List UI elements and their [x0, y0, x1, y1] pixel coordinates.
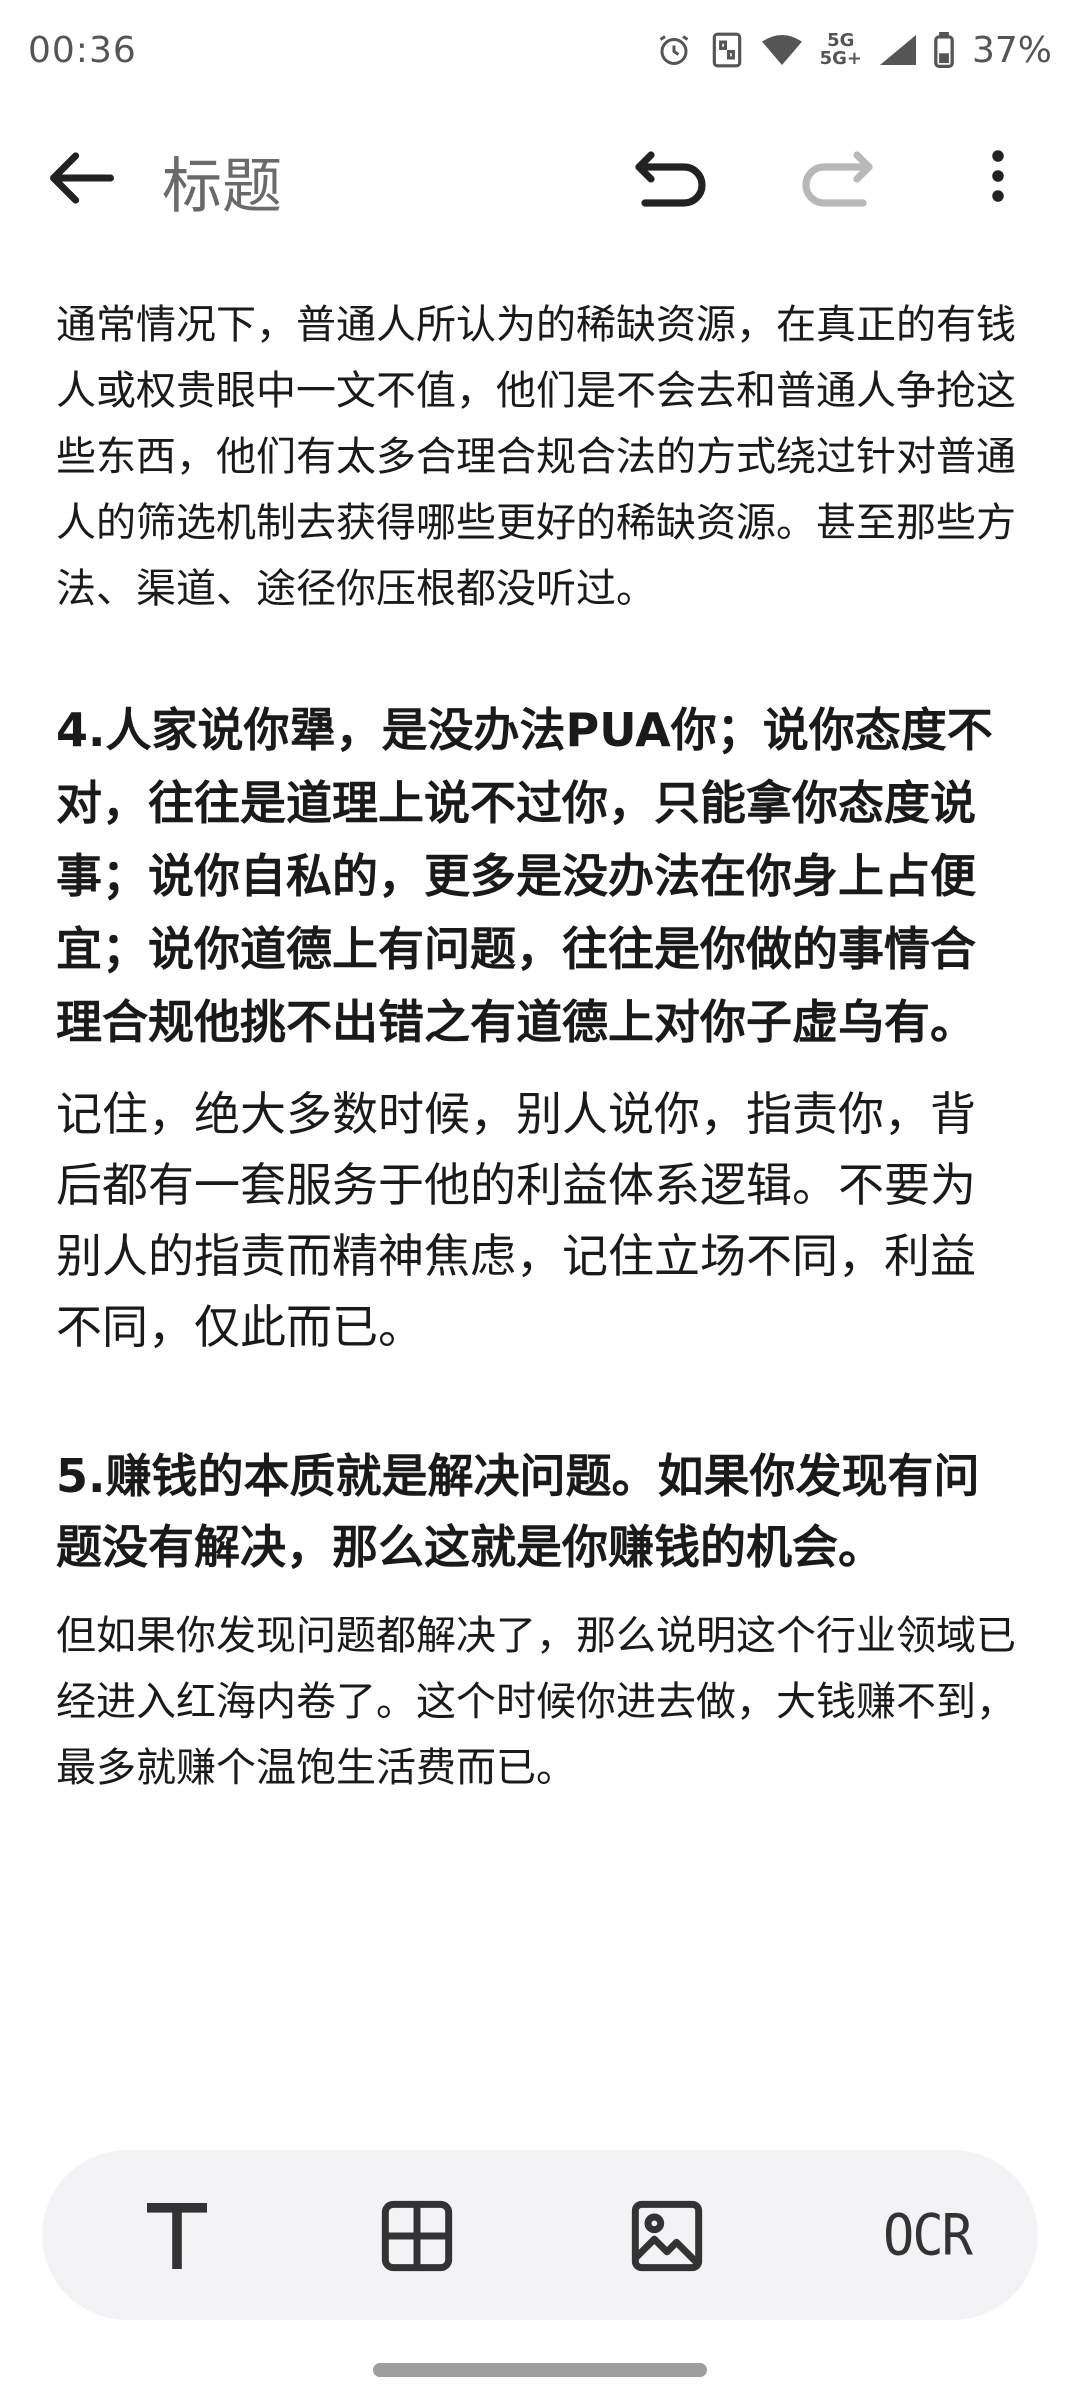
image-icon [631, 2200, 703, 2272]
table-icon [381, 2200, 453, 2272]
back-button[interactable] [44, 140, 120, 216]
editor-toolbar: OCR [42, 2150, 1038, 2320]
text-format-icon [147, 2203, 207, 2269]
more-options-button[interactable] [968, 138, 1028, 214]
home-indicator[interactable] [373, 2363, 707, 2377]
image-button[interactable] [627, 2196, 707, 2276]
wifi-icon [761, 35, 802, 65]
note-body[interactable]: 通常情况下，普通人所认为的稀缺资源，在真正的有钱人或权贵眼中一文不值，他们是不会… [56, 292, 1016, 1801]
text-format-button[interactable] [137, 2196, 217, 2276]
nfc-icon [712, 32, 741, 68]
paragraph-2: 记住，绝大多数时候，别人说你，指责你，背后都有一套服务于他的利益体系逻辑。不要为… [56, 1087, 976, 1354]
paragraph-1: 通常情况下，普通人所认为的稀缺资源，在真正的有钱人或权贵眼中一文不值，他们是不会… [56, 302, 1016, 612]
heading-point-5: 5.赚钱的本质就是解决问题。如果你发现有问题没有解决，那么这就是你赚钱的机会。 [56, 1449, 980, 1574]
note-title[interactable]: 标题 [162, 138, 282, 225]
network-type: 5G 5G+ [820, 32, 862, 68]
network-bottom: 5G+ [819, 48, 862, 69]
table-button[interactable] [377, 2196, 457, 2276]
redo-button[interactable] [794, 138, 878, 214]
status-bar: 00:36 5G 5G+ 37% [0, 0, 1080, 100]
redo-icon [802, 151, 873, 207]
status-icons: 5G 5G+ 37% [656, 30, 1052, 71]
ocr-button[interactable]: OCR [867, 2192, 987, 2280]
heading-point-4: 4.人家说你犟，是没办法PUA你；说你态度不对，往往是道理上说不过你，只能拿你态… [56, 703, 993, 1049]
alarm-icon [659, 35, 688, 65]
app-bar: 标题 [0, 110, 1080, 240]
undo-icon [635, 151, 706, 207]
undo-button[interactable] [630, 138, 714, 214]
ocr-icon: OCR [883, 2203, 973, 2269]
signal-icon [879, 35, 916, 65]
status-time: 00:36 [28, 29, 137, 71]
paragraph-3: 但如果你发现问题都解决了，那么说明这个行业领域已经进入红海内卷了。这个时候你进去… [56, 1613, 1016, 1791]
more-vertical-icon [992, 150, 1004, 202]
battery-percent: 37% [971, 29, 1052, 71]
battery-icon [934, 32, 954, 68]
arrow-back-icon [50, 152, 114, 204]
